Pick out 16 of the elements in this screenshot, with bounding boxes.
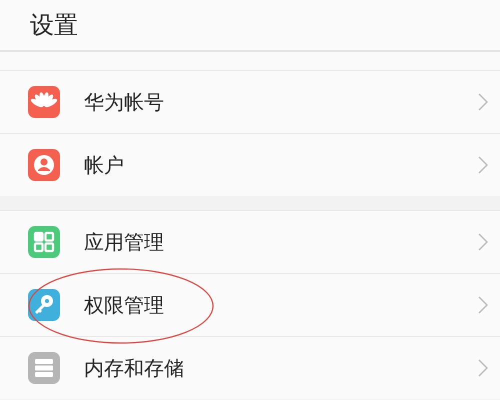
chevron-icon [478,233,488,251]
item-label: 内存和存储 [84,355,184,382]
settings-item[interactable]: 权限管理 [0,273,500,336]
settings-item[interactable]: 内存和存储 [0,336,500,399]
item-label: 帐户 [84,152,124,179]
chevron-icon [478,93,488,111]
settings-item[interactable]: 应用管理 [0,210,500,273]
chevron-icon [478,296,488,314]
page-title: 设置 [30,10,78,41]
item-label: 应用管理 [84,229,164,256]
item-label: 华为帐号 [84,89,164,116]
chevron-icon [478,359,488,377]
settings-item[interactable]: 帐户 [0,133,500,196]
settings-item[interactable]: 华为帐号 [0,70,500,133]
item-label: 权限管理 [84,292,164,319]
chevron-icon [478,156,488,174]
